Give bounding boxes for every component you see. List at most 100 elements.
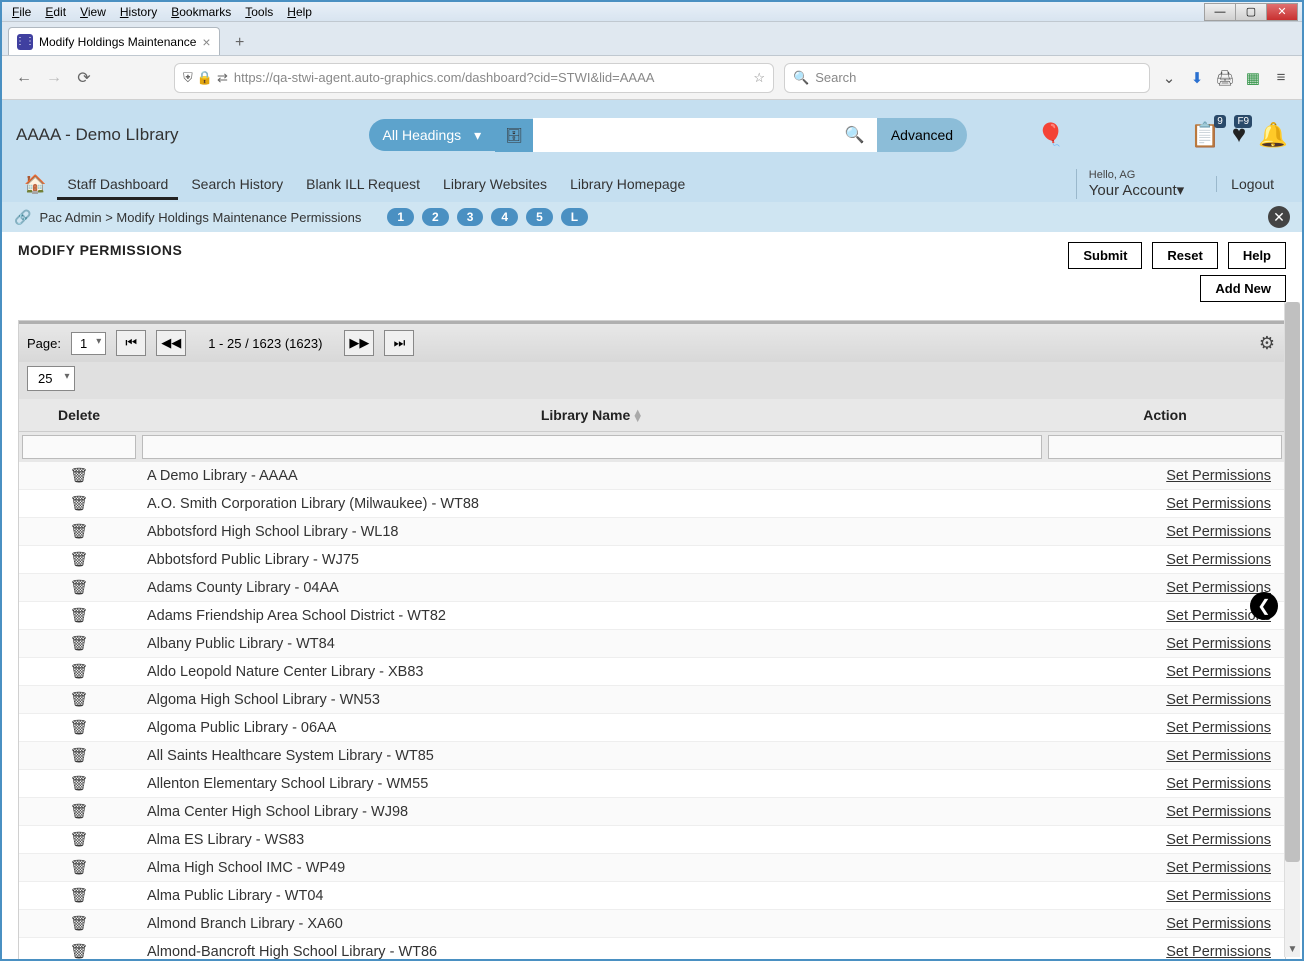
last-page-button[interactable]: ⏭ [384,330,414,356]
balloon-icon[interactable]: 🎈 [1037,122,1064,148]
delete-row-icon[interactable]: 🗑 [19,462,139,490]
filter-action-input[interactable] [1048,435,1282,459]
set-permissions-link[interactable]: Set Permissions [1045,798,1285,826]
advanced-search-button[interactable]: Advanced [877,118,967,152]
set-permissions-link[interactable]: Set Permissions [1045,854,1285,882]
set-permissions-link[interactable]: Set Permissions [1045,826,1285,854]
delete-row-icon[interactable]: 🗑 [19,770,139,798]
database-icon[interactable]: 🗄 [495,119,533,152]
set-permissions-link[interactable]: Set Permissions [1045,602,1285,630]
page-pill-3[interactable]: 3 [457,208,484,226]
set-permissions-link[interactable]: Set Permissions [1045,686,1285,714]
scrollbar-thumb[interactable] [1285,302,1300,862]
page-pill-last[interactable]: L [561,208,588,226]
scrollbar[interactable]: ▼ [1284,302,1300,957]
nav-staff-dashboard[interactable]: Staff Dashboard [57,168,178,200]
close-panel-icon[interactable]: ✕ [1268,206,1290,228]
filter-delete-input[interactable] [22,435,136,459]
page-size-select[interactable]: 25 [27,366,75,391]
set-permissions-link[interactable]: Set Permissions [1045,742,1285,770]
delete-row-icon[interactable]: 🗑 [19,938,139,960]
delete-row-icon[interactable]: 🗑 [19,686,139,714]
delete-row-icon[interactable]: 🗑 [19,630,139,658]
delete-row-icon[interactable]: 🗑 [19,490,139,518]
downloads-icon[interactable]: ⬇ [1188,69,1206,87]
back-button[interactable]: ← [14,68,34,88]
nav-blank-ill-request[interactable]: Blank ILL Request [296,168,430,200]
favorites-icon[interactable]: ♥F9 [1232,121,1246,149]
new-tab-button[interactable]: + [226,31,254,55]
add-new-button[interactable]: Add New [1200,275,1286,302]
browser-search-field[interactable]: 🔍 Search [784,63,1150,93]
page-pill-5[interactable]: 5 [526,208,553,226]
nav-library-websites[interactable]: Library Websites [433,168,557,200]
menu-view[interactable]: View [74,3,112,21]
delete-row-icon[interactable]: 🗑 [19,826,139,854]
page-pill-4[interactable]: 4 [491,208,518,226]
reset-button[interactable]: Reset [1152,242,1217,269]
hamburger-menu-icon[interactable]: ≡ [1272,69,1290,87]
page-select[interactable]: 1 [71,332,106,355]
notifications-icon[interactable]: 🔔 [1258,121,1288,150]
delete-row-icon[interactable]: 🗑 [19,742,139,770]
delete-row-icon[interactable]: 🗑 [19,882,139,910]
home-icon[interactable]: 🏠 [16,174,54,195]
set-permissions-link[interactable]: Set Permissions [1045,910,1285,938]
catalog-search-input[interactable] [533,118,833,152]
submit-button[interactable]: Submit [1068,242,1142,269]
set-permissions-link[interactable]: Set Permissions [1045,462,1285,490]
delete-row-icon[interactable]: 🗑 [19,602,139,630]
page-pill-1[interactable]: 1 [387,208,414,226]
menu-tools[interactable]: Tools [239,3,279,21]
delete-row-icon[interactable]: 🗑 [19,518,139,546]
page-pill-2[interactable]: 2 [422,208,449,226]
set-permissions-link[interactable]: Set Permissions [1045,658,1285,686]
nav-search-history[interactable]: Search History [181,168,293,200]
scroll-down-icon[interactable]: ▼ [1285,944,1300,955]
delete-row-icon[interactable]: 🗑 [19,574,139,602]
address-bar[interactable]: ⛨ 🔒 ⇄ https://qa-stwi-agent.auto-graphic… [174,63,774,93]
set-permissions-link[interactable]: Set Permissions [1045,882,1285,910]
menu-file[interactable]: File [6,3,37,21]
print-icon[interactable]: 🖨 [1216,69,1234,87]
set-permissions-link[interactable]: Set Permissions [1045,630,1285,658]
window-maximize-button[interactable]: ▢ [1235,3,1267,21]
tab-close-icon[interactable]: × [202,34,210,50]
collapse-panel-icon[interactable]: ❮ [1250,592,1278,620]
help-button[interactable]: Help [1228,242,1286,269]
set-permissions-link[interactable]: Set Permissions [1045,518,1285,546]
next-page-button[interactable]: ▶▶ [344,330,374,356]
forward-button[interactable]: → [44,68,64,88]
menu-history[interactable]: History [114,3,163,21]
set-permissions-link[interactable]: Set Permissions [1045,714,1285,742]
nav-library-homepage[interactable]: Library Homepage [560,168,695,200]
set-permissions-link[interactable]: Set Permissions [1045,938,1285,960]
first-page-button[interactable]: ⏮ [116,330,146,356]
window-minimize-button[interactable]: — [1204,3,1236,21]
browser-tab-active[interactable]: ⋮⋮ Modify Holdings Maintenance × [8,27,220,55]
set-permissions-link[interactable]: Set Permissions [1045,574,1285,602]
catalog-search-button[interactable]: 🔍 [833,118,877,152]
delete-row-icon[interactable]: 🗑 [19,546,139,574]
filter-library-input[interactable] [142,435,1042,459]
bookmark-star-icon[interactable]: ☆ [753,70,765,86]
menu-help[interactable]: Help [281,3,318,21]
delete-row-icon[interactable]: 🗑 [19,854,139,882]
window-close-button[interactable]: ✕ [1266,3,1298,21]
col-library-name[interactable]: Library Name▲▼ [139,399,1045,432]
set-permissions-link[interactable]: Set Permissions [1045,546,1285,574]
gear-icon[interactable]: ⚙ [1259,333,1275,354]
logout-link[interactable]: Logout [1216,176,1288,192]
extension-icon[interactable]: ▦ [1244,69,1262,87]
list-icon[interactable]: 📋9 [1190,121,1220,150]
headings-dropdown[interactable]: All Headings [369,119,496,151]
account-box[interactable]: Hello, AG Your Account▾ [1076,169,1196,199]
pocket-icon[interactable]: ⌄ [1160,69,1178,87]
menu-bookmarks[interactable]: Bookmarks [165,3,237,21]
delete-row-icon[interactable]: 🗑 [19,658,139,686]
set-permissions-link[interactable]: Set Permissions [1045,490,1285,518]
reload-button[interactable]: ⟳ [74,68,94,88]
set-permissions-link[interactable]: Set Permissions [1045,770,1285,798]
prev-page-button[interactable]: ◀◀ [156,330,186,356]
menu-edit[interactable]: Edit [39,3,72,21]
